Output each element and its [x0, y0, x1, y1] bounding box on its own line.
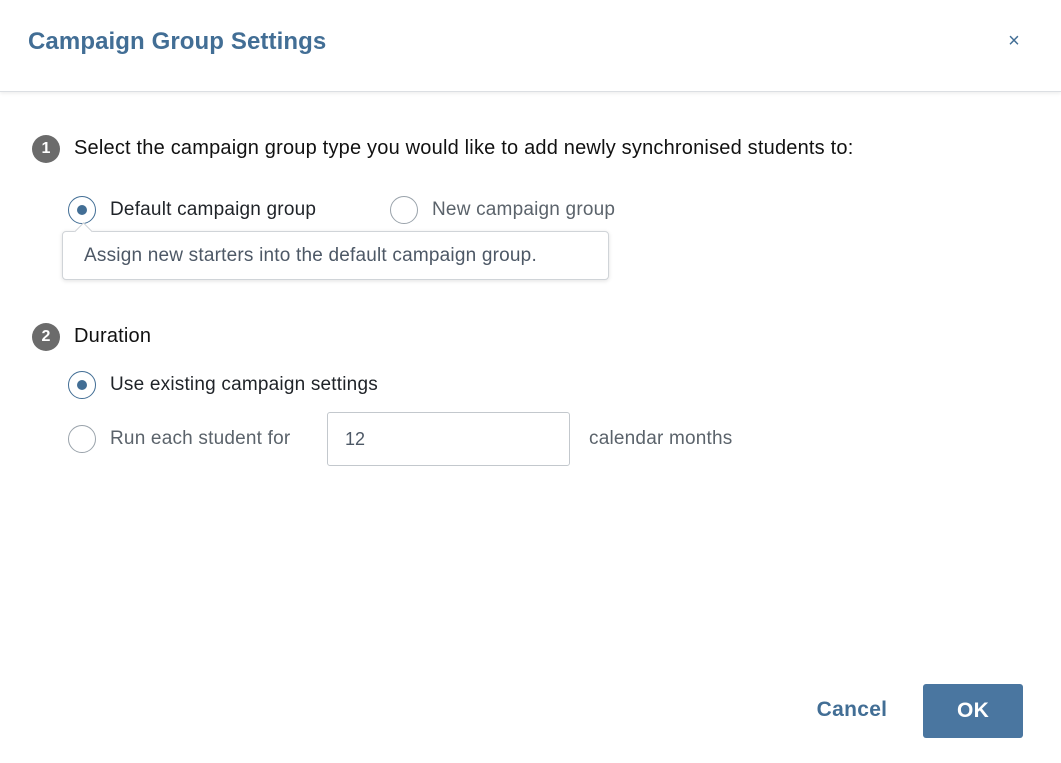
step-1-badge: 1 — [32, 135, 60, 163]
new-campaign-group-radio[interactable] — [390, 196, 418, 224]
months-input[interactable] — [327, 412, 570, 466]
dialog-title: Campaign Group Settings — [28, 28, 327, 55]
calendar-months-label: calendar months — [589, 428, 733, 449]
run-each-student-label[interactable]: Run each student for — [110, 428, 290, 450]
run-each-student-radio[interactable] — [68, 425, 96, 453]
dialog-header: Campaign Group Settings × — [0, 0, 1061, 92]
default-campaign-group-label[interactable]: Default campaign group — [110, 199, 316, 221]
close-icon[interactable]: × — [1003, 30, 1025, 52]
ok-button[interactable]: OK — [923, 684, 1023, 738]
default-campaign-group-radio[interactable] — [68, 196, 96, 224]
step-2-label: Duration — [74, 325, 152, 347]
step-1-label: Select the campaign group type you would… — [74, 137, 854, 159]
cancel-button[interactable]: Cancel — [800, 690, 904, 730]
step-2-badge: 2 — [32, 323, 60, 351]
campaign-group-settings-dialog: Campaign Group Settings × 1 Select the c… — [0, 0, 1061, 763]
use-existing-settings-radio[interactable] — [68, 371, 96, 399]
use-existing-settings-label[interactable]: Use existing campaign settings — [110, 374, 378, 396]
default-group-tooltip: Assign new starters into the default cam… — [62, 231, 609, 280]
new-campaign-group-label[interactable]: New campaign group — [432, 199, 615, 221]
